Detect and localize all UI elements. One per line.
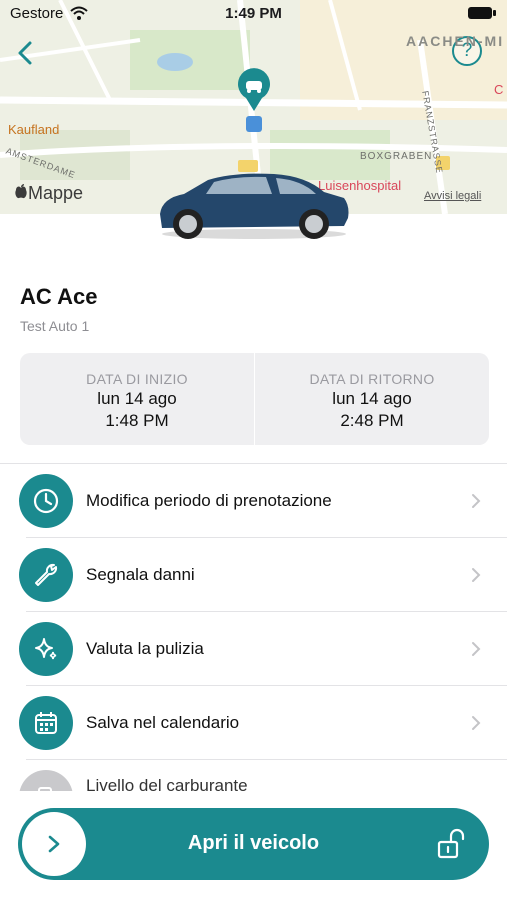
wrench-icon <box>19 548 73 602</box>
apple-logo-icon <box>15 184 27 199</box>
vehicle-image <box>160 173 349 239</box>
chevron-right-icon <box>472 494 481 508</box>
end-date: lun 14 ago <box>332 389 412 408</box>
action-edit-booking-period[interactable]: Modifica periodo di prenotazione <box>0 464 507 538</box>
action-label: Segnala danni <box>86 565 195 584</box>
maps-attribution-label: Mappe <box>28 183 84 203</box>
booking-end: DATA DI RITORNO lun 14 ago 2:48 PM <box>254 353 489 445</box>
vehicle-subtitle: Test Auto 1 <box>20 318 90 334</box>
maps-attribution: Mappe <box>14 183 83 204</box>
action-label: Modifica periodo di prenotazione <box>86 491 332 510</box>
clock-icon <box>19 474 73 528</box>
map-label-kaufland: Kaufland <box>8 122 60 137</box>
action-label: Salva nel calendario <box>86 713 240 732</box>
start-date-label: DATA DI INIZIO <box>86 371 188 387</box>
action-list: Modifica periodo di prenotazione Segnala… <box>0 463 507 834</box>
action-report-damage[interactable]: Segnala danni <box>0 538 507 612</box>
start-time: 1:48 PM <box>105 411 169 430</box>
vehicle-location-pin-icon[interactable] <box>236 68 272 112</box>
end-time: 2:48 PM <box>340 411 404 430</box>
calendar-icon <box>19 696 73 750</box>
action-label: Valuta la pulizia <box>86 639 204 658</box>
action-rate-cleanliness[interactable]: Valuta la pulizia <box>0 612 507 686</box>
map-label-boxgraben: BOXGRABEN <box>360 151 433 162</box>
booking-start: DATA DI INIZIO lun 14 ago 1:48 PM <box>20 353 254 445</box>
bottom-bar: Apri il veicolo <box>0 791 507 900</box>
back-chevron-icon[interactable] <box>12 38 40 68</box>
chevron-right-icon <box>472 642 481 656</box>
unlock-icon <box>437 828 465 859</box>
map-label-aachen: AACHEN-MI <box>406 33 505 49</box>
start-date: lun 14 ago <box>97 389 177 408</box>
status-time: 1:49 PM <box>225 5 282 22</box>
chevron-right-icon <box>472 716 481 730</box>
end-date-label: DATA DI RITORNO <box>309 371 435 387</box>
map-label-c: C <box>494 82 504 97</box>
open-vehicle-slider[interactable]: Apri il veicolo <box>18 808 489 880</box>
open-vehicle-label: Apri il veicolo <box>187 832 320 854</box>
booking-period: DATA DI INIZIO lun 14 ago 1:48 PM DATA D… <box>20 353 489 445</box>
sparkle-icon <box>19 622 73 676</box>
battery-icon <box>468 7 496 19</box>
status-bar: Gestore 1:49 PM <box>0 0 507 28</box>
legal-notices-link[interactable]: Avvisi legali <box>424 190 481 202</box>
vehicle-name: AC Ace <box>20 284 98 309</box>
chevron-right-icon <box>472 568 481 582</box>
action-save-to-calendar[interactable]: Salva nel calendario <box>0 686 507 760</box>
